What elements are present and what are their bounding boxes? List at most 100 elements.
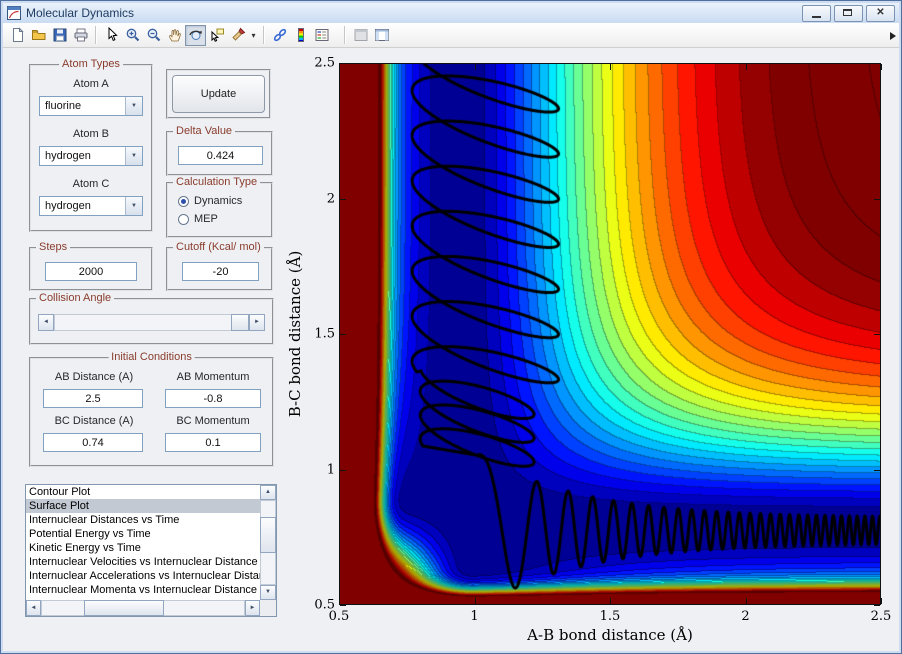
edit-plot-button[interactable] (101, 25, 122, 46)
bc-distance-label: BC Distance (A) (54, 415, 134, 427)
list-item[interactable]: Internuclear Velocities vs Internuclear … (26, 555, 260, 569)
pointer-arrow-icon (108, 27, 118, 42)
atom-a-value: fluorine (45, 100, 82, 112)
close-button[interactable]: ✕ (866, 5, 895, 22)
list-item[interactable]: Internuclear Distances vs Time (26, 513, 260, 527)
maximize-icon (843, 9, 852, 16)
collision-angle-panel: Collision Angle ◄ ► (29, 292, 274, 345)
delta-value-panel: Delta Value (166, 125, 273, 176)
save-figure-button[interactable] (49, 25, 70, 46)
zoom-in-button[interactable] (122, 25, 143, 46)
new-figure-button[interactable] (7, 25, 28, 46)
scroll-right-arrow[interactable]: ► (245, 600, 260, 616)
minimize-icon (812, 16, 821, 18)
data-cursor-button[interactable] (206, 25, 227, 46)
close-icon: ✕ (876, 7, 885, 18)
vertical-scrollbar[interactable]: ▲ ▼ (260, 485, 276, 600)
chevron-down-icon[interactable]: ▼ (125, 197, 142, 215)
rotate-3d-icon (188, 30, 202, 40)
listbox-items: Contour Plot Surface Plot Internuclear Dis… (26, 485, 260, 600)
atom-c-label: Atom C (72, 178, 110, 190)
show-plot-tools-button[interactable] (371, 25, 392, 46)
pan-hand-icon (168, 29, 181, 42)
atom-b-select[interactable]: hydrogen ▼ (39, 146, 143, 166)
x-tick-mark (881, 598, 882, 604)
dynamics-radio[interactable] (178, 196, 189, 207)
legend-icon (315, 29, 328, 41)
update-button-frame: Update (166, 69, 271, 119)
scroll-thumb[interactable] (260, 517, 276, 553)
toolbar-separator (263, 26, 265, 44)
chevron-down-icon[interactable]: ▼ (125, 147, 142, 165)
brush-data-button[interactable] (227, 25, 248, 46)
insert-legend-button[interactable] (311, 25, 332, 46)
data-cursor-icon (211, 28, 224, 42)
window-title: Molecular Dynamics (26, 6, 135, 20)
x-axis-label: A-B bond distance (Å) (527, 626, 693, 644)
list-item[interactable]: Potential Energy vs Time (26, 527, 260, 541)
atom-a-select[interactable]: fluorine ▼ (39, 96, 143, 116)
delta-value-field[interactable] (178, 146, 263, 165)
x-tick-mark (881, 64, 882, 70)
titlebar[interactable]: Molecular Dynamics ✕ (3, 3, 899, 24)
colorbar-icon (297, 28, 304, 42)
brush-dropdown-button[interactable]: ▾ (248, 25, 259, 46)
list-item[interactable]: Contour Plot (26, 485, 260, 499)
maximize-button[interactable] (834, 5, 863, 22)
y-tick-label: 1.5 (314, 326, 335, 342)
dynamics-radio-label: Dynamics (194, 195, 243, 207)
slider-track[interactable] (54, 314, 249, 331)
collision-angle-slider[interactable]: ◄ ► (38, 314, 265, 331)
scroll-up-arrow[interactable]: ▲ (260, 485, 276, 500)
atom-c-value: hydrogen (45, 200, 91, 212)
minimize-button[interactable] (802, 5, 831, 22)
show-plot-tools-icon (374, 29, 389, 41)
hide-plot-tools-icon (354, 29, 367, 41)
list-item[interactable]: Internuclear Accelerations vs Internucle… (26, 569, 260, 583)
ab-momentum-field[interactable] (165, 389, 261, 408)
bc-momentum-label: BC Momentum (176, 415, 250, 427)
panel-title: Initial Conditions (108, 351, 195, 364)
pes-contour-plot[interactable] (339, 63, 881, 605)
link-plot-button[interactable] (269, 25, 290, 46)
zoom-out-button[interactable] (143, 25, 164, 46)
open-file-button[interactable] (28, 25, 49, 46)
atom-types-panel: Atom Types Atom A fluorine ▼ Atom B hydr… (29, 58, 153, 232)
slider-thumb[interactable] (231, 314, 249, 331)
scroll-down-arrow[interactable]: ▼ (260, 585, 276, 600)
insert-colorbar-button[interactable] (290, 25, 311, 46)
scroll-thumb[interactable] (84, 600, 164, 616)
bc-momentum-field[interactable] (165, 433, 261, 452)
slider-right-arrow[interactable]: ► (249, 314, 265, 331)
rotate-3d-button[interactable] (185, 24, 206, 46)
toolbar-overflow-arrow[interactable] (890, 32, 896, 40)
update-button[interactable]: Update (172, 75, 265, 113)
mep-radio[interactable] (178, 214, 189, 225)
scroll-left-arrow[interactable]: ◄ (26, 600, 41, 616)
horizontal-scrollbar[interactable]: ◄ ► (26, 600, 260, 616)
ab-distance-label: AB Distance (A) (54, 371, 134, 383)
print-figure-button[interactable] (70, 25, 91, 46)
calculation-type-panel: Calculation Type Dynamics MEP (166, 176, 273, 238)
hide-plot-tools-button[interactable] (350, 25, 371, 46)
zoom-in-icon (126, 28, 139, 42)
y-tick-mark (874, 605, 880, 606)
atom-c-select[interactable]: hydrogen ▼ (39, 196, 143, 216)
x-tick-label: 2.5 (870, 609, 892, 624)
list-item[interactable]: Kinetic Energy vs Time (26, 541, 260, 555)
chevron-down-icon[interactable]: ▼ (125, 97, 142, 115)
zoom-out-icon (147, 28, 160, 42)
new-document-icon (12, 27, 24, 42)
list-item[interactable]: Surface Plot (26, 499, 260, 513)
plot-type-listbox[interactable]: Contour Plot Surface Plot Internuclear Dis… (25, 484, 277, 617)
pan-button[interactable] (164, 25, 185, 46)
cutoff-field[interactable] (182, 262, 259, 281)
panel-title: Delta Value (173, 125, 236, 138)
slider-left-arrow[interactable]: ◄ (38, 314, 54, 331)
steps-panel: Steps (29, 241, 153, 291)
list-item[interactable]: Internuclear Momenta vs Internuclear Dis… (26, 583, 260, 597)
toolbar: ▾ (3, 23, 899, 48)
ab-distance-field[interactable] (43, 389, 143, 408)
bc-distance-field[interactable] (43, 433, 143, 452)
steps-field[interactable] (45, 262, 137, 281)
